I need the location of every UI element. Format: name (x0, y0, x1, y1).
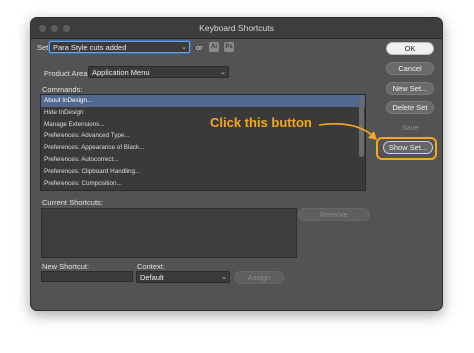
list-item[interactable]: Hide InDesign (41, 107, 365, 119)
new-shortcut-label: New Shortcut: (42, 262, 90, 271)
callout-text: Click this button (210, 115, 312, 130)
list-item[interactable]: Preferences: Composition... (41, 178, 365, 190)
new-shortcut-field[interactable] (41, 271, 133, 282)
chevron-down-icon: ⌄ (181, 44, 187, 51)
product-area-dropdown[interactable]: Application Menu ⌄ (88, 66, 229, 78)
remove-button[interactable]: Remove (298, 208, 370, 221)
list-item[interactable]: Preferences: Clipboard Handling... (41, 166, 365, 178)
show-set-highlight (376, 137, 437, 160)
current-shortcuts-list[interactable] (41, 208, 297, 258)
context-value: Default (140, 273, 164, 282)
set-dropdown[interactable]: Para Style cuts added ⌄ (49, 41, 190, 53)
title-bar: Keyboard Shortcuts (31, 18, 442, 39)
assign-button[interactable]: Assign (234, 271, 284, 284)
or-label: or (196, 43, 203, 52)
ok-button[interactable]: OK (386, 42, 434, 55)
illustrator-icon[interactable]: Ai (209, 42, 219, 52)
delete-set-button[interactable]: Delete Set (386, 101, 434, 114)
photoshop-icon[interactable]: Ps (224, 42, 234, 52)
product-area-label: Product Area: (44, 69, 90, 78)
callout-arrow-icon (318, 123, 377, 140)
window-title: Keyboard Shortcuts (199, 23, 274, 33)
context-label: Context: (137, 262, 165, 271)
chevron-down-icon: ⌄ (221, 274, 227, 281)
product-area-value: Application Menu (92, 68, 150, 77)
commands-label: Commands: (42, 85, 83, 94)
chevron-down-icon: ⌄ (220, 69, 226, 76)
new-set-button[interactable]: New Set... (386, 82, 434, 95)
list-item[interactable]: Preferences: Autocorrect... (41, 154, 365, 166)
save-button[interactable]: Save (386, 121, 434, 134)
context-dropdown[interactable]: Default ⌄ (136, 271, 230, 283)
set-dropdown-value: Para Style cuts added (53, 43, 127, 52)
current-shortcuts-label: Current Shortcuts: (42, 198, 103, 207)
list-item[interactable]: About InDesign... (41, 95, 365, 107)
cancel-button[interactable]: Cancel (386, 62, 434, 75)
